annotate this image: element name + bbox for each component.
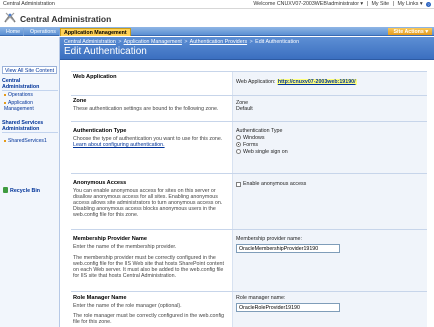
main-content: Web Application Web Application: http://… [61, 61, 434, 327]
page-title: Edit Authentication [64, 46, 147, 57]
enable-anonymous-access-checkbox[interactable]: Enable anonymous access [236, 181, 424, 187]
breadcrumb-separator: > [249, 39, 253, 45]
site-title: Central Administration [20, 14, 112, 24]
my-site-link[interactable]: My Site [371, 1, 389, 7]
recycle-bin-label: Recycle Bin [10, 188, 41, 194]
view-all-site-content-link[interactable]: View All Site Content [2, 66, 57, 74]
top-nav-bar: Home Operations Application Management S… [0, 27, 434, 36]
bullet-icon [4, 93, 6, 96]
section-heading: Role Manager Name [73, 295, 127, 301]
nav-item-label: SharedServices1 [8, 138, 47, 144]
nav-item-sharedservices1[interactable]: SharedServices1 [4, 138, 58, 144]
section-authentication-type: Authentication Type Choose the type of a… [71, 121, 427, 174]
section-role-manager: Role Manager Name Enter the name of the … [71, 291, 427, 327]
nav-heading-shared-services[interactable]: Shared Services Administration [2, 120, 58, 133]
section-description: You can enable anonymous access for site… [73, 188, 223, 218]
membership-provider-input[interactable] [236, 244, 340, 253]
global-top-bar: Central Administration Welcome CNUXV07-2… [0, 0, 434, 9]
section-description: Choose the type of authentication you wa… [73, 136, 228, 148]
recycle-bin-link[interactable]: Recycle Bin [3, 187, 40, 194]
breadcrumb-central-administration[interactable]: Central Administration [64, 39, 116, 45]
global-breadcrumb[interactable]: Central Administration [3, 1, 55, 7]
breadcrumb-authentication-providers[interactable]: Authentication Providers [190, 39, 247, 45]
sharepoint-logo-icon [3, 11, 17, 23]
section-description: Enter the name of the membership provide… [73, 244, 177, 250]
breadcrumb-separator: > [184, 39, 188, 45]
breadcrumb-separator: > [118, 39, 122, 45]
section-web-application: Web Application Web Application: http://… [71, 71, 427, 96]
tab-application-management[interactable]: Application Management [60, 28, 131, 36]
breadcrumb-application-management[interactable]: Application Management [124, 39, 182, 45]
bullet-icon [4, 101, 6, 104]
section-heading: Web Application [73, 74, 117, 80]
tab-operations[interactable]: Operations [27, 28, 60, 36]
section-anonymous-access: Anonymous Access You can enable anonymou… [71, 173, 427, 230]
section-description-details: The membership provider must be correctl… [73, 255, 224, 279]
nav-heading-central-administration[interactable]: Central Administration [2, 78, 58, 91]
separator: | [366, 1, 368, 7]
section-zone: Zone These authentication settings are b… [71, 95, 427, 122]
radio-forms[interactable]: Forms [236, 141, 424, 148]
web-application-label: Web Application: [236, 79, 276, 85]
site-actions-menu[interactable]: Site Actions ▾ [388, 28, 432, 35]
recycle-bin-icon [3, 187, 8, 193]
nav-item-application-management[interactable]: Application Management [4, 100, 58, 112]
role-manager-input[interactable] [236, 303, 340, 312]
breadcrumb: Central Administration > Application Man… [64, 39, 299, 45]
section-description-details: The role manager must be correctly confi… [73, 313, 225, 325]
section-description: Enter the name of the role manager (opti… [73, 303, 182, 309]
my-links-menu[interactable]: My Links ▾ [397, 1, 422, 7]
section-heading: Membership Provider Name [73, 236, 147, 242]
section-description: These authentication settings are bound … [73, 106, 219, 112]
section-heading: Anonymous Access [73, 180, 127, 186]
web-application-url[interactable]: http://cnuxv07-2003web:19190/ [276, 79, 357, 85]
bullet-icon [4, 139, 6, 142]
nav-item-label: Operations [8, 92, 33, 98]
radio-windows[interactable]: Windows [236, 134, 424, 141]
user-links: Welcome CNUXV07-2003WEB\administrator ▾ … [251, 1, 431, 7]
checkbox[interactable] [236, 181, 241, 187]
section-heading: Authentication Type [73, 128, 127, 134]
radio-label: Forms [243, 141, 259, 148]
radio-label: Web single sign on [243, 148, 288, 155]
radio-web-single-sign-on[interactable]: Web single sign on [236, 148, 424, 155]
tab-home[interactable]: Home [3, 28, 25, 36]
section-heading: Zone [73, 98, 87, 104]
welcome-menu[interactable]: Welcome CNUXV07-2003WEB\administrator ▾ [253, 1, 363, 7]
membership-provider-label: Membership provider name: [236, 236, 302, 242]
breadcrumb-current: Edit Authentication [255, 39, 300, 45]
learn-about-authentication-link[interactable]: Learn about configuring authentication. [73, 142, 165, 148]
nav-item-label: Application Management [4, 100, 34, 112]
nav-item-operations[interactable]: Operations [4, 92, 58, 98]
radio-label: Windows [243, 134, 265, 141]
zone-value: Default [236, 106, 253, 112]
checkbox-label: Enable anonymous access [243, 181, 307, 187]
page-title-area: Central Administration > Application Man… [60, 37, 434, 60]
role-manager-label: Role manager name: [236, 295, 286, 301]
radio-button[interactable] [236, 149, 241, 154]
left-navigation: View All Site Content Central Administra… [0, 37, 60, 327]
separator: | [392, 1, 394, 7]
section-membership-provider: Membership Provider Name Enter the name … [71, 229, 427, 292]
help-icon[interactable]: ? [426, 2, 431, 7]
radio-button[interactable] [236, 135, 241, 140]
radio-button-selected[interactable] [236, 142, 241, 147]
